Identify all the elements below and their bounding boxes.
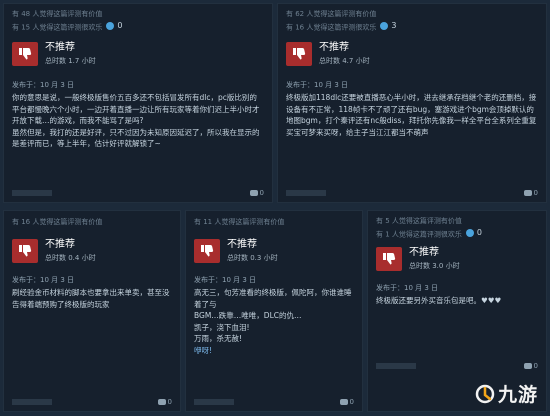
recommendation-label: 不推荐 [227, 239, 257, 250]
review-footer: 0 [12, 188, 264, 198]
review-card: 有 11 人觉得这篇评测有价值 不推荐 总时数 0.3 小时 发布于：10 月 … [185, 210, 363, 412]
review-paragraph: 凯子，浇下血泪! [194, 322, 250, 332]
funny-count: 有 15 人觉得这篇评测很欢乐 0 [4, 20, 272, 34]
playtime: 总时数 4.7 小时 [319, 57, 370, 65]
comments-button[interactable]: 0 [249, 189, 264, 197]
comment-count: 0 [533, 189, 538, 197]
playtime: 总时数 0.4 小时 [45, 254, 96, 262]
review-body: 刷经验金币材料的脚本也要拿出来单卖，甚至没告得着端预购了终极版的玩家 [12, 287, 172, 310]
post-date: 发布于：10 月 3 日 [376, 284, 439, 292]
comment-count: 0 [349, 398, 354, 406]
award-button[interactable]: 0 [465, 227, 482, 238]
footer-placeholder [286, 190, 326, 196]
comment-icon [523, 190, 532, 196]
helpful-count: 有 48 人觉得这篇评测有价值 [12, 10, 103, 18]
comment-icon [249, 190, 258, 196]
watermark: 九游 [475, 380, 538, 407]
comment-icon [339, 399, 348, 405]
comments-button[interactable]: 0 [339, 398, 354, 406]
review-header: 不推荐 总时数 4.7 小时 [286, 42, 370, 66]
award-icon [380, 21, 389, 30]
thumbs-down-icon [12, 42, 38, 66]
review-paragraph: 刷经验金币材料的脚本也要拿出来单卖，甚至没告得着端预购了终极版的玩家 [12, 288, 170, 309]
award-count: 0 [476, 228, 482, 237]
review-footer: 0 [376, 361, 538, 371]
review-header: 不推荐 总时数 0.3 小时 [194, 239, 278, 263]
review-body: 你的意思是说，一般终极版售价五百多还不包括冒发所有dlc，pc版比别的平台都慢晚… [12, 92, 264, 150]
thumbs-down-icon [286, 42, 312, 66]
review-header: 不推荐 总时数 3.0 小时 [376, 247, 460, 271]
post-date: 发布于：10 月 3 日 [12, 81, 75, 89]
watermark-text: 九游 [497, 384, 538, 406]
funny-text: 有 16 人觉得这篇评测很欢乐 [286, 23, 377, 32]
review-card: 有 48 人觉得这篇评测有价值 有 15 人觉得这篇评测很欢乐 0 不推荐 总时数… [3, 3, 273, 203]
footer-placeholder [12, 399, 52, 405]
review-paragraph: 终极版加118dlc还要被直播恶心半小时，进去继承存档继个老的还删档，接设备有不… [286, 93, 537, 137]
footer-placeholder [376, 363, 416, 369]
review-paragraph: 万雨，杀无赦! [194, 334, 243, 343]
recommendation-label: 不推荐 [45, 42, 75, 53]
playtime: 总时数 0.3 小时 [227, 254, 278, 262]
review-header: 不推荐 总时数 1.7 小时 [12, 42, 96, 66]
comments-button[interactable]: 0 [523, 189, 538, 197]
comment-icon [157, 399, 166, 405]
funny-count: 有 16 人觉得这篇评测很欢乐 3 [278, 20, 546, 34]
award-button[interactable]: 0 [106, 20, 122, 31]
footer-placeholder [194, 399, 234, 405]
review-paragraph: 你的意思是说，一般终极版售价五百多还不包括冒发所有dlc，pc版比别的平台都慢晚… [12, 93, 260, 125]
post-date: 发布于：10 月 3 日 [286, 81, 349, 89]
nine-game-logo-icon [475, 384, 495, 403]
review-paragraph: 高无三，句芳准看的终极版，佩陀阿，你谁谁睡着了与 [194, 288, 352, 309]
award-icon [106, 21, 115, 30]
helpful-count: 有 62 人觉得这篇评测有价值 [286, 10, 377, 18]
thumbs-down-icon [12, 239, 38, 263]
review-paragraph: 虽然但是，我打的还是好评，只不过因为未知原因延迟了，所以我在显示的是差评而已，等… [12, 127, 260, 149]
playtime: 总时数 1.7 小时 [45, 57, 96, 65]
comment-count: 0 [167, 398, 172, 406]
comment-count: 0 [533, 362, 538, 370]
review-body: 高无三，句芳准看的终极版，佩陀阿，你谁谁睡着了与 BGM…跌靠…唯唯，DLC的仇… [194, 287, 354, 356]
award-count: 3 [391, 21, 397, 30]
comment-icon [523, 363, 532, 369]
comment-count: 0 [259, 189, 264, 197]
recommendation-label: 不推荐 [409, 247, 439, 258]
funny-text: 有 15 人觉得这篇评测很欢乐 [12, 23, 103, 32]
recommendation-label: 不推荐 [319, 42, 349, 53]
comments-button[interactable]: 0 [523, 362, 538, 370]
review-paragraph: BGM…跌靠…唯唯，DLC的仇… [194, 311, 302, 320]
award-icon [465, 228, 474, 237]
review-paragraph: 终极版还要另外买音乐包是吧。♥♥♥ [376, 296, 502, 305]
funny-count: 有 1 人觉得这篇评测很欢乐 0 [368, 227, 546, 241]
review-card: 有 62 人觉得这篇评测有价值 有 16 人觉得这篇评测很欢乐 3 不推荐 总时数… [277, 3, 547, 203]
funny-text: 有 1 人觉得这篇评测很欢乐 [376, 230, 462, 239]
review-footer: 0 [12, 397, 172, 407]
helpful-count: 有 16 人觉得这篇评测有价值 [12, 218, 103, 226]
review-body: 终极版加118dlc还要被直播恶心半小时，进去继承存档继个老的还删档，接设备有不… [286, 92, 538, 138]
review-body: 终极版还要另外买音乐包是吧。♥♥♥ [376, 295, 538, 307]
thumbs-down-icon [376, 247, 402, 271]
award-count: 0 [117, 21, 123, 30]
helpful-count: 有 5 人觉得这篇评测有价值 [376, 217, 462, 225]
footer-placeholder [12, 190, 52, 196]
review-paragraph-emphasis: 咿呀! [194, 345, 213, 355]
review-card: 有 16 人觉得这篇评测有价值 不推荐 总时数 0.4 小时 发布于：10 月 … [3, 210, 181, 412]
helpful-count: 有 11 人觉得这篇评测有价值 [194, 218, 285, 226]
thumbs-down-icon [194, 239, 220, 263]
comments-button[interactable]: 0 [157, 398, 172, 406]
review-footer: 0 [286, 188, 538, 198]
award-button[interactable]: 3 [380, 20, 396, 31]
post-date: 发布于：10 月 3 日 [12, 276, 75, 284]
review-header: 不推荐 总时数 0.4 小时 [12, 239, 96, 263]
post-date: 发布于：10 月 3 日 [194, 276, 257, 284]
playtime: 总时数 3.0 小时 [409, 262, 460, 270]
review-footer: 0 [194, 397, 354, 407]
recommendation-label: 不推荐 [45, 239, 75, 250]
